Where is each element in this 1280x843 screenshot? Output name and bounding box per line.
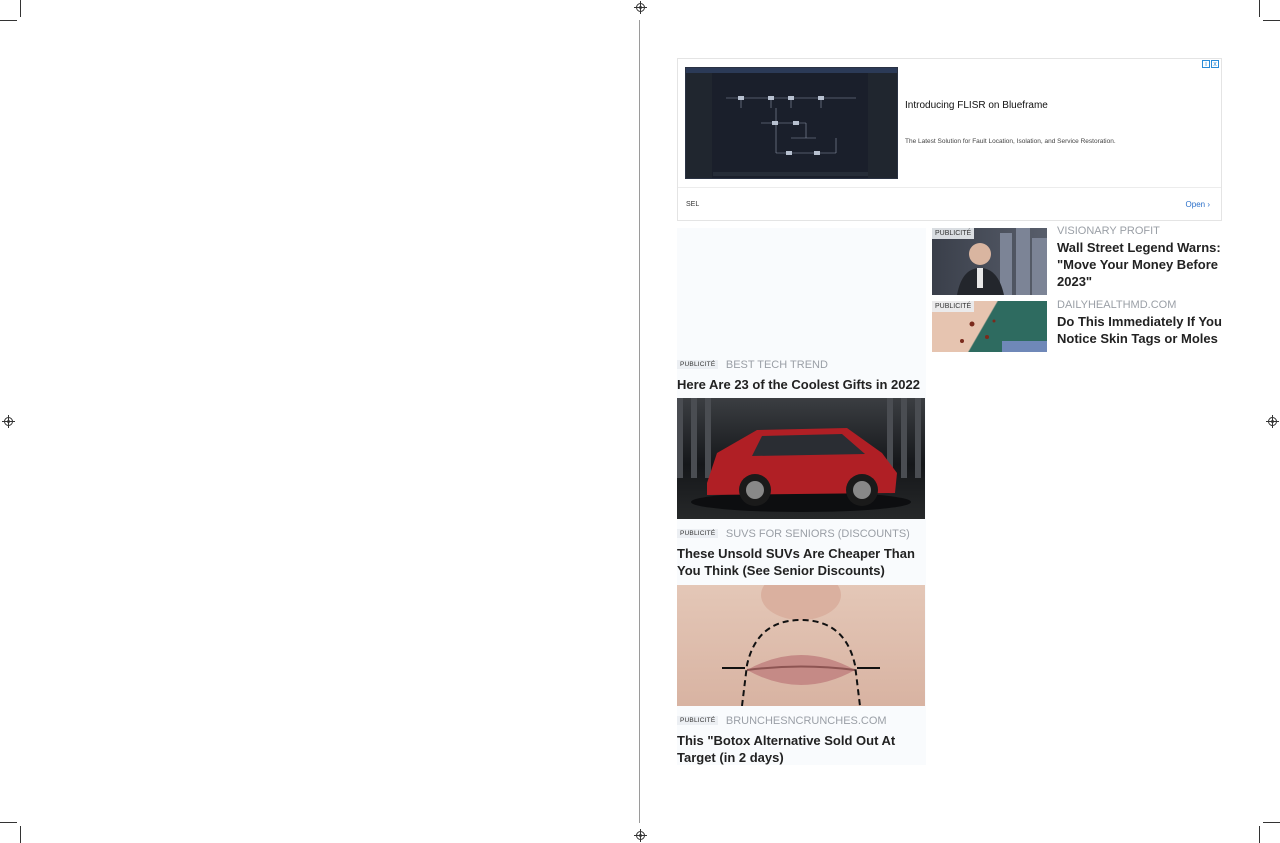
adchoices[interactable]: i x (1202, 60, 1219, 68)
adchoices-close-icon[interactable]: x (1211, 60, 1219, 68)
card-thumbnail-suv[interactable] (677, 398, 925, 519)
ad-open-label: Open (1185, 200, 1206, 209)
sponsored-card[interactable]: PUBLICITÉ BRUNCHESNCRUNCHES.COM This "Bo… (677, 712, 927, 766)
ad-title[interactable]: Introducing FLISR on Blueframe (905, 100, 1048, 111)
sponsored-badge: PUBLICITÉ (932, 228, 975, 239)
crop-mark (20, 826, 21, 843)
ad-banner[interactable]: i x Introducing FLISR on Blueframe The L… (677, 58, 1222, 221)
crop-mark (1263, 20, 1280, 21)
crop-mark (1259, 826, 1260, 843)
card-source: SUVS FOR SENIORS (DISCOUNTS) (725, 527, 910, 540)
ad-product-screenshot[interactable] (685, 67, 898, 179)
sponsored-badge: PUBLICITÉ (677, 360, 719, 370)
page-gutter-line (639, 20, 640, 823)
chevron-right-icon: › (1207, 200, 1210, 209)
registration-mark (1266, 415, 1279, 428)
crop-mark (0, 822, 17, 823)
sponsored-card[interactable]: VISIONARY PROFIT Wall Street Legend Warn… (1057, 225, 1227, 290)
sponsored-card[interactable]: PUBLICITÉ BEST TECH TREND Here Are 23 of… (677, 356, 927, 393)
ad-sponsor: SEL (686, 201, 700, 208)
registration-mark (2, 415, 15, 428)
card-headline[interactable]: These Unsold SUVs Are Cheaper Than You T… (677, 545, 927, 579)
crop-mark (20, 0, 21, 17)
card-thumbnail-lips[interactable] (677, 585, 925, 706)
card-source: DAILYHEALTHMD.COM (1057, 299, 1177, 311)
crop-mark (0, 20, 17, 21)
document-page: i x Introducing FLISR on Blueframe The L… (0, 0, 1280, 843)
registration-mark (634, 1, 647, 14)
card-source: BRUNCHESNCRUNCHES.COM (725, 714, 887, 727)
card-thumbnail-skin[interactable]: PUBLICITÉ (932, 301, 1047, 352)
sponsored-badge: PUBLICITÉ (677, 529, 719, 539)
crop-mark (1259, 0, 1260, 17)
card-headline[interactable]: This "Botox Alternative Sold Out At Targ… (677, 732, 927, 766)
adchoices-info-icon[interactable]: i (1202, 60, 1210, 68)
registration-mark (634, 829, 647, 842)
sponsored-card[interactable]: DAILYHEALTHMD.COM Do This Immediately If… (1057, 299, 1227, 347)
crop-mark (1263, 822, 1280, 823)
card-headline[interactable]: Do This Immediately If You Notice Skin T… (1057, 313, 1227, 347)
ad-divider (678, 187, 1221, 188)
card-headline[interactable]: Wall Street Legend Warns: "Move Your Mon… (1057, 239, 1227, 290)
ad-description: The Latest Solution for Fault Location, … (905, 138, 1116, 145)
sponsored-badge: PUBLICITÉ (932, 301, 975, 312)
card-source: BEST TECH TREND (725, 358, 828, 371)
sponsored-card[interactable]: PUBLICITÉ SUVS FOR SENIORS (DISCOUNTS) T… (677, 525, 927, 579)
card-source: VISIONARY PROFIT (1057, 225, 1160, 237)
card-thumbnail-wallstreet[interactable]: PUBLICITÉ (932, 228, 1047, 295)
ad-open-button[interactable]: Open › (1186, 200, 1210, 209)
sponsored-badge: PUBLICITÉ (677, 716, 719, 726)
card-headline[interactable]: Here Are 23 of the Coolest Gifts in 2022 (677, 376, 927, 393)
